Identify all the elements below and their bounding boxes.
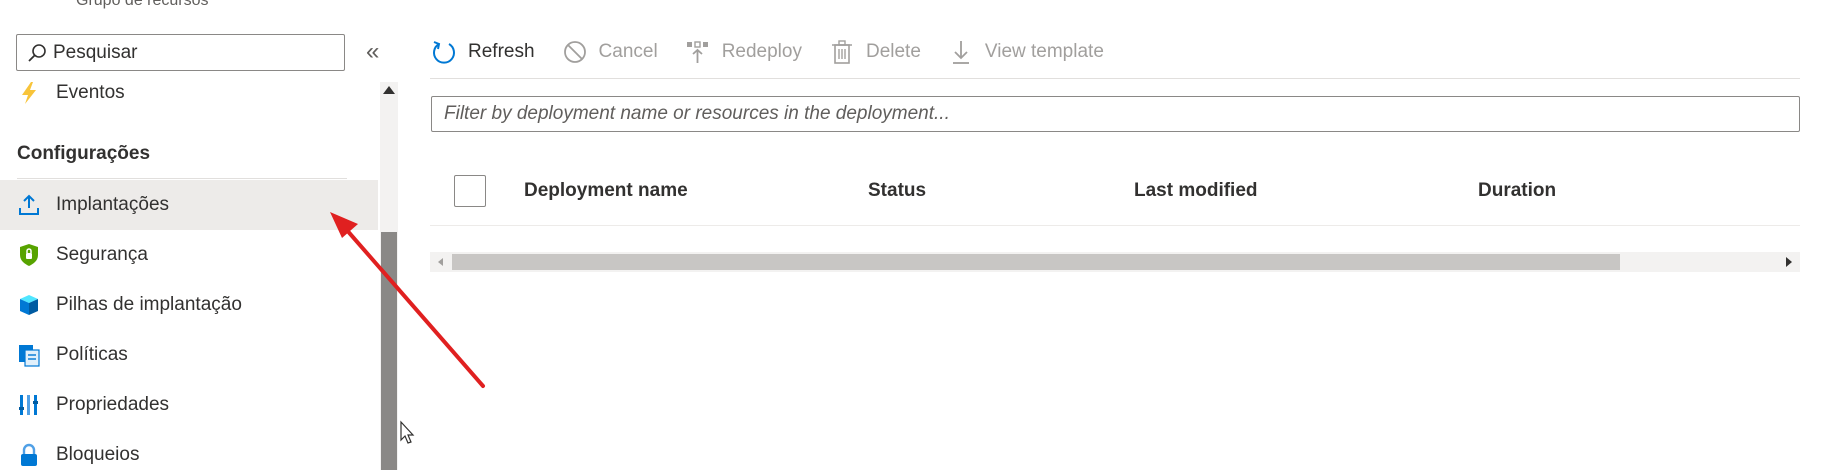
nav-item-propriedades[interactable]: Propriedades xyxy=(0,380,378,430)
refresh-button[interactable]: Refresh xyxy=(430,38,535,66)
cancel-label: Cancel xyxy=(598,41,658,62)
lock-icon xyxy=(17,443,41,467)
column-header-duration[interactable]: Duration xyxy=(1478,180,1556,202)
nav-item-eventos[interactable]: Eventos xyxy=(0,68,378,118)
column-header-deployment-name[interactable]: Deployment name xyxy=(524,180,688,202)
nav-search-box[interactable] xyxy=(16,34,345,71)
properties-bars-icon xyxy=(17,393,41,417)
redeploy-icon xyxy=(684,38,712,66)
lightning-icon xyxy=(17,81,41,105)
section-header-configuracoes: Configurações xyxy=(17,143,151,164)
search-icon xyxy=(27,42,49,64)
scroll-left-arrow-icon[interactable] xyxy=(438,258,443,266)
nav-item-label: Bloqueios xyxy=(56,444,140,465)
cancel-button[interactable]: Cancel xyxy=(561,38,658,66)
collapse-nav-button[interactable]: « xyxy=(366,38,379,66)
redeploy-button[interactable]: Redeploy xyxy=(684,38,802,66)
nav-item-bloqueios[interactable]: Bloqueios xyxy=(0,430,378,470)
deployment-filter-input[interactable] xyxy=(432,97,1799,131)
refresh-icon xyxy=(430,38,458,66)
scroll-up-arrow-icon[interactable] xyxy=(383,86,395,94)
nav-item-label: Implantações xyxy=(56,194,170,215)
policy-document-icon xyxy=(17,343,41,367)
shield-icon xyxy=(17,243,41,267)
nav-item-label: Eventos xyxy=(56,82,125,103)
cube-stack-icon xyxy=(17,293,41,317)
grid-horizontal-scrollbar[interactable] xyxy=(430,252,1800,272)
delete-button[interactable]: Delete xyxy=(828,38,921,66)
nav-item-label: Pilhas de implantação xyxy=(56,294,242,315)
deployments-grid-header: Deployment name Status Last modified Dur… xyxy=(430,170,1800,226)
section-divider xyxy=(17,178,347,179)
download-icon xyxy=(947,38,975,66)
view-template-button[interactable]: View template xyxy=(947,38,1104,66)
nav-search-input[interactable] xyxy=(53,41,333,64)
nav-item-implantacoes[interactable]: Implantações xyxy=(0,180,378,230)
command-bar: Refresh Cancel Redeploy Delete View temp… xyxy=(430,30,1130,74)
cancel-icon xyxy=(561,38,589,66)
nav-item-label: Políticas xyxy=(56,344,128,365)
resource-group-nav: Grupo de recursos « Eventos Configuraçõe… xyxy=(0,0,400,470)
nav-item-pilhas-de-implantacao[interactable]: Pilhas de implantação xyxy=(0,280,378,330)
nav-item-politicas[interactable]: Políticas xyxy=(0,330,378,380)
select-all-checkbox[interactable] xyxy=(454,175,486,207)
nav-item-seguranca[interactable]: Segurança xyxy=(0,230,378,280)
redeploy-label: Redeploy xyxy=(721,41,802,62)
delete-label: Delete xyxy=(865,41,921,62)
resource-type-subtitle: Grupo de recursos xyxy=(76,0,209,9)
upload-icon xyxy=(17,193,41,217)
trash-icon xyxy=(828,38,856,66)
nav-item-label: Propriedades xyxy=(56,394,170,415)
nav-item-label: Segurança xyxy=(56,244,148,265)
grid-scrollbar-thumb[interactable] xyxy=(452,254,1620,270)
column-header-last-modified[interactable]: Last modified xyxy=(1134,180,1258,202)
scroll-right-arrow-icon[interactable] xyxy=(1786,257,1792,267)
view-template-label: View template xyxy=(984,41,1104,62)
deployment-filter-box[interactable] xyxy=(431,96,1800,132)
mouse-pointer-icon xyxy=(400,420,415,444)
nav-scrollbar-thumb[interactable] xyxy=(381,232,397,470)
toolbar-divider xyxy=(430,78,1800,79)
column-header-status[interactable]: Status xyxy=(868,180,926,202)
refresh-label: Refresh xyxy=(468,41,535,62)
